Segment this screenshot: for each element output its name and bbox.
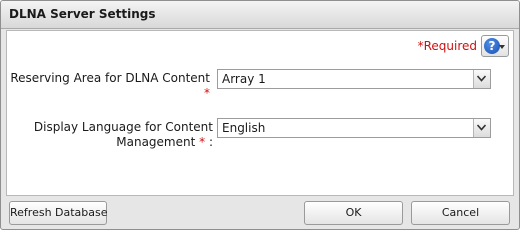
label-colon: : bbox=[205, 135, 213, 149]
help-button[interactable]: ? bbox=[481, 35, 509, 57]
display-language-label-line2-wrap: Management * : bbox=[7, 135, 213, 150]
display-language-label-line2: Management bbox=[116, 135, 196, 149]
dialog-titlebar: DLNA Server Settings bbox=[1, 1, 519, 29]
caret-down-icon bbox=[499, 45, 505, 49]
settings-panel: *Required ? Reserving Area for DLNA Cont… bbox=[6, 30, 514, 196]
chevron-down-icon bbox=[473, 119, 490, 137]
reserving-area-label-text: Reserving Area for DLNA Content bbox=[10, 71, 210, 85]
dialog-title: DLNA Server Settings bbox=[9, 7, 156, 21]
required-asterisk: * bbox=[204, 86, 210, 100]
display-language-label-line1: Display Language for Content bbox=[33, 120, 213, 134]
display-language-label: Display Language for Content Management … bbox=[7, 120, 213, 150]
dlna-server-settings-dialog: DLNA Server Settings *Required ? Reservi… bbox=[0, 0, 520, 230]
display-language-select[interactable]: English bbox=[217, 118, 491, 138]
reserving-area-value: Array 1 bbox=[222, 72, 266, 86]
help-icon: ? bbox=[484, 38, 500, 54]
required-note: *Required bbox=[417, 39, 477, 53]
reserving-area-select[interactable]: Array 1 bbox=[217, 69, 491, 89]
cancel-button[interactable]: Cancel bbox=[411, 201, 510, 225]
reserving-area-label: Reserving Area for DLNA Content * bbox=[7, 71, 210, 101]
ok-button[interactable]: OK bbox=[304, 201, 403, 225]
refresh-database-button[interactable]: Refresh Database bbox=[9, 201, 108, 225]
display-language-value: English bbox=[222, 121, 266, 135]
chevron-down-icon bbox=[473, 70, 490, 88]
